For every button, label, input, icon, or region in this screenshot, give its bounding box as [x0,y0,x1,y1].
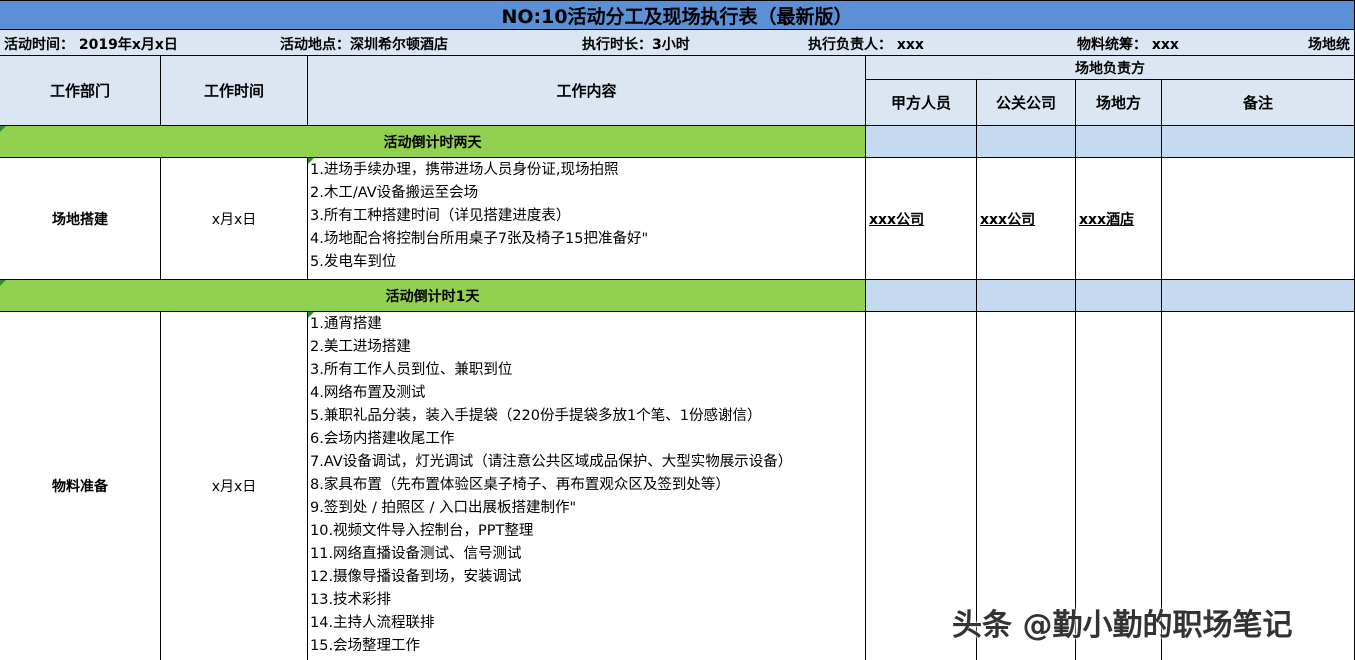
task-item: 15.会场整理工作 [310,638,421,654]
spreadsheet: NO:10活动分工及现场执行表（最新版） 活动时间： 2019年x月x日 活动地… [0,0,1355,660]
banner-fill [866,126,977,158]
note-cell [1162,158,1355,280]
section-banner: 活动倒计时1天 [0,280,866,312]
cell-marker [0,280,6,286]
task-item: 1.通宵搭建 [310,316,382,332]
info-time: 活动时间： 2019年x月x日 [4,37,178,53]
task-item: 9.签到处 / 拍照区 / 入口出展板搭建制作" [310,500,577,516]
banner-fill [866,280,977,312]
cell-marker [0,126,6,132]
task-item: 14.主持人流程联排 [310,615,435,631]
task-item: 3.所有工种搭建时间（详见搭建进度表） [310,208,571,224]
time-cell: x月x日 [161,158,308,280]
header-pr: 公关公司 [977,80,1076,126]
venue-value: xxx酒店 [1079,211,1135,228]
info-place: 活动地点：深圳希尔顿酒店 [280,37,448,53]
content-cell: 1.进场手续办理，携带进场人员身份证,现场拍照 2.木工/AV设备搬运至会场 3… [308,158,866,280]
party-a-value: xxx公司 [869,211,925,228]
banner-fill [1162,126,1355,158]
task-item: 5.兼职礼品分装，装入手提袋（220份手提袋多放1个笔、1份感谢信） [310,408,762,424]
info-material: 物料统筹： xxx [1077,37,1179,53]
info-manager: 执行负责人： xxx [808,37,924,53]
header-party-a: 甲方人员 [866,80,977,126]
dept-cell: 物料准备 [0,312,161,660]
time-cell: x月x日 [161,312,308,660]
banner-fill [1162,280,1355,312]
task-item: 1.进场手续办理，携带进场人员身份证,现场拍照 [310,162,619,178]
section-banner: 活动倒计时两天 [0,126,866,158]
task-item: 2.木工/AV设备搬运至会场 [310,185,479,201]
watermark: 头条 @勤小勤的职场笔记 [952,608,1293,643]
section-banner-label: 活动倒计时两天 [383,134,482,151]
task-item: 6.会场内搭建收尾工作 [310,431,455,447]
header-venue-group: 场地负责方 [866,56,1355,80]
pr-cell: xxx公司 [977,158,1076,280]
task-item: 8.家具布置（先布置体验区桌子椅子、再布置观众区及签到处等） [310,477,730,493]
task-item: 11.网络直播设备测试、信号测试 [310,546,522,562]
banner-fill [977,280,1076,312]
banner-fill [977,126,1076,158]
task-item: 3.所有工作人员到位、兼职到位 [310,362,513,378]
task-item: 12.摄像导播设备到场，安装调试 [310,569,522,585]
task-item: 7.AV设备调试，灯光调试（请注意公共区域成品保护、大型实物展示设备） [310,454,793,470]
banner-fill [1076,126,1162,158]
content-cell: 1.通宵搭建 2.美工进场搭建 3.所有工作人员到位、兼职到位 4.网络布置及测… [308,312,866,660]
header-note: 备注 [1162,80,1355,126]
task-item: 10.视频文件导入控制台，PPT整理 [310,523,534,539]
info-duration: 执行时长：3小时 [582,37,690,53]
info-venue: 场地统 [1308,37,1350,53]
header-content: 工作内容 [308,56,866,126]
info-row: 活动时间： 2019年x月x日 活动地点：深圳希尔顿酒店 执行时长：3小时 执行… [0,30,1355,56]
party-a-cell: xxx公司 [866,158,977,280]
task-item: 5.发电车到位 [310,254,397,270]
pr-value: xxx公司 [980,211,1036,228]
dept-cell: 场地搭建 [0,158,161,280]
task-item: 4.场地配合将控制台所用桌子7张及椅子15把准备好" [310,231,649,247]
cell-marker [308,312,314,318]
header-time: 工作时间 [161,56,308,126]
section-banner-label: 活动倒计时1天 [385,288,480,305]
cell-marker [308,158,314,164]
header-venue: 场地方 [1076,80,1162,126]
header-dept: 工作部门 [0,56,161,126]
sheet-title: NO:10活动分工及现场执行表（最新版） [0,0,1355,30]
banner-fill [1076,280,1162,312]
venue-cell: xxx酒店 [1076,158,1162,280]
task-item: 2.美工进场搭建 [310,339,411,355]
task-item: 4.网络布置及测试 [310,385,426,401]
task-item: 13.技术彩排 [310,592,392,608]
